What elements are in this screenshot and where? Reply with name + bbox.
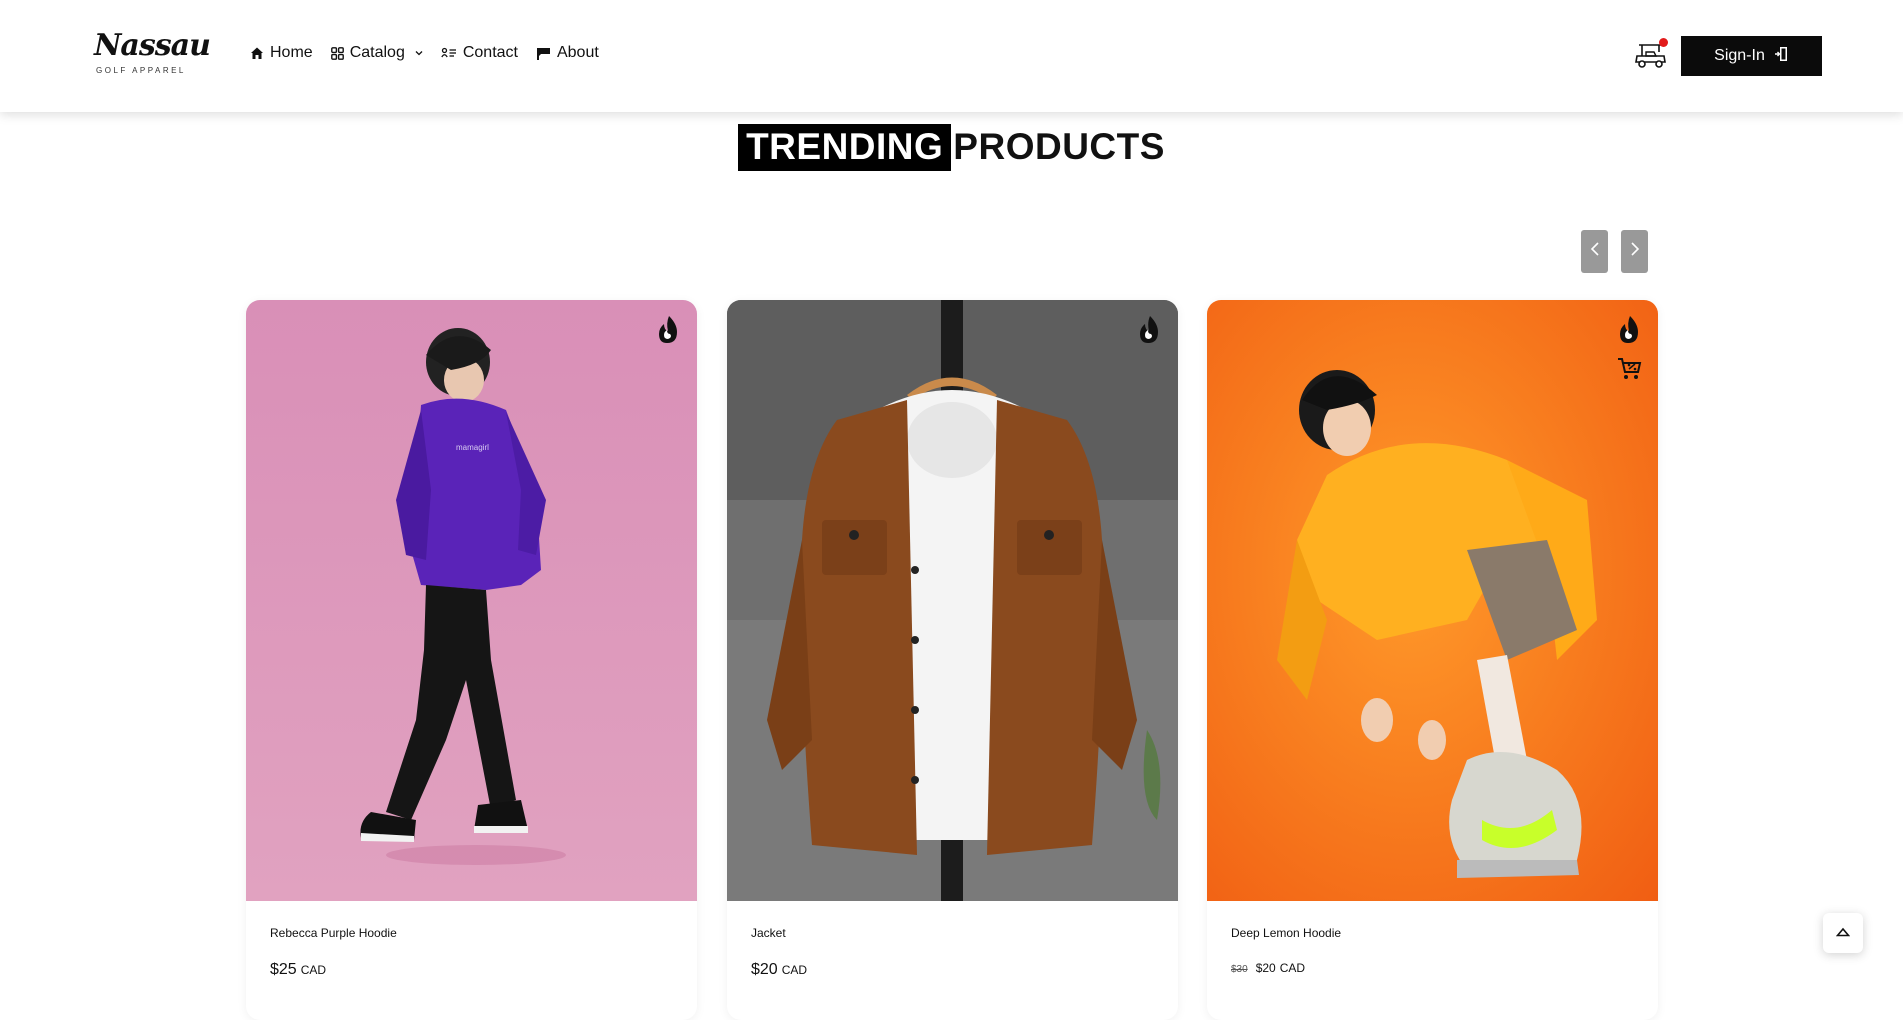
nav-about-label: About: [556, 44, 599, 61]
price-currency: CAD: [300, 963, 327, 977]
back-to-top-button[interactable]: [1823, 913, 1863, 953]
flame-icon[interactable]: [1616, 314, 1644, 346]
price-currency: CAD: [781, 963, 808, 977]
nav-contact-label: Contact: [462, 44, 518, 61]
brand-logo[interactable]: Nassau GOLF APPAREL: [92, 28, 211, 80]
discount-cart-icon[interactable]: [1616, 356, 1642, 382]
chevron-down-icon: [415, 50, 423, 56]
nav-about[interactable]: About: [536, 44, 599, 62]
carousel-next-button[interactable]: [1621, 230, 1648, 273]
top-navbar: Nassau GOLF APPAREL Home Catalog Contact: [0, 0, 1903, 112]
nav-home[interactable]: Home: [250, 44, 313, 62]
price-value: $20: [1255, 961, 1276, 975]
nav-catalog[interactable]: Catalog: [330, 44, 423, 62]
svg-text:mamagirl: mamagirl: [456, 443, 489, 452]
sign-in-label: Sign-In: [1714, 47, 1765, 64]
section-title: TRENDING PRODUCTS: [0, 124, 1903, 171]
nav-links: Home Catalog Contact About: [250, 44, 599, 62]
product-image[interactable]: [727, 300, 1178, 901]
nav-catalog-label: Catalog: [349, 44, 405, 61]
product-card[interactable]: Deep Lemon Hoodie $30 $20 CAD: [1207, 300, 1658, 1020]
product-name[interactable]: Deep Lemon Hoodie: [1231, 926, 1341, 940]
home-icon: [250, 46, 264, 60]
contact-card-icon: [441, 47, 457, 59]
product-name[interactable]: Jacket: [751, 926, 786, 940]
section-title-highlight: TRENDING: [738, 124, 952, 171]
original-price: $30: [1231, 964, 1248, 975]
chevron-up-icon: [1835, 924, 1851, 942]
carousel-prev-button[interactable]: [1581, 230, 1608, 273]
price-value: $25: [270, 961, 297, 978]
product-card[interactable]: Jacket $20 CAD: [727, 300, 1178, 1020]
golf-cart-icon: [1634, 44, 1668, 74]
grid-icon: [330, 46, 344, 60]
product-name[interactable]: Rebecca Purple Hoodie: [270, 926, 397, 940]
door-enter-icon: [1774, 46, 1789, 67]
flame-icon[interactable]: [1136, 314, 1164, 346]
flag-icon: [536, 47, 551, 60]
product-image[interactable]: mamagirl: [246, 300, 697, 901]
cart-button[interactable]: [1634, 38, 1670, 70]
cart-notification-dot: [1659, 38, 1668, 47]
product-image[interactable]: [1207, 300, 1658, 901]
nav-contact[interactable]: Contact: [441, 44, 518, 62]
product-price: $25 CAD: [270, 961, 326, 979]
logo-script: Nassau: [94, 28, 211, 63]
product-price: $20 CAD: [751, 961, 807, 979]
price-value: $20: [751, 961, 778, 978]
flame-icon[interactable]: [655, 314, 683, 346]
product-card[interactable]: mamagirl Rebecca Purple Hoodie $25 CAD: [246, 300, 697, 1020]
nav-home-label: Home: [270, 44, 313, 61]
logo-subtitle: GOLF APPAREL: [96, 66, 186, 75]
price-currency: CAD: [1279, 961, 1306, 975]
section-title-rest: PRODUCTS: [953, 126, 1165, 167]
sign-in-button[interactable]: Sign-In: [1681, 36, 1822, 76]
chevron-left-icon: [1590, 241, 1600, 262]
chevron-right-icon: [1630, 241, 1640, 262]
product-price: $30 $20 CAD: [1231, 961, 1305, 975]
